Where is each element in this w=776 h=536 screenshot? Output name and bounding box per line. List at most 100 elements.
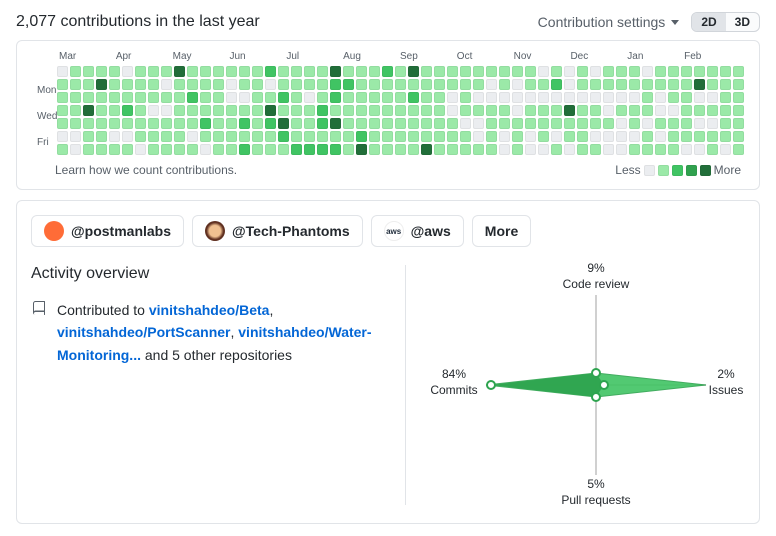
calendar-cell[interactable]: [486, 66, 497, 77]
calendar-cell[interactable]: [655, 144, 666, 155]
calendar-cell[interactable]: [655, 131, 666, 142]
calendar-cell[interactable]: [694, 105, 705, 116]
calendar-cell[interactable]: [148, 92, 159, 103]
calendar-cell[interactable]: [369, 144, 380, 155]
calendar-cell[interactable]: [161, 105, 172, 116]
calendar-cell[interactable]: [681, 144, 692, 155]
calendar-cell[interactable]: [187, 144, 198, 155]
calendar-cell[interactable]: [525, 105, 536, 116]
calendar-cell[interactable]: [486, 118, 497, 129]
calendar-cell[interactable]: [291, 105, 302, 116]
calendar-cell[interactable]: [525, 131, 536, 142]
calendar-cell[interactable]: [96, 79, 107, 90]
calendar-cell[interactable]: [668, 105, 679, 116]
calendar-cell[interactable]: [122, 92, 133, 103]
calendar-cell[interactable]: [642, 131, 653, 142]
calendar-cell[interactable]: [525, 118, 536, 129]
view-3d-button[interactable]: 3D: [726, 13, 759, 31]
calendar-cell[interactable]: [447, 79, 458, 90]
calendar-cell[interactable]: [278, 79, 289, 90]
calendar-cell[interactable]: [148, 79, 159, 90]
calendar-cell[interactable]: [70, 118, 81, 129]
calendar-cell[interactable]: [83, 92, 94, 103]
calendar-cell[interactable]: [369, 79, 380, 90]
calendar-cell[interactable]: [330, 118, 341, 129]
calendar-cell[interactable]: [330, 66, 341, 77]
calendar-cell[interactable]: [291, 79, 302, 90]
calendar-cell[interactable]: [356, 118, 367, 129]
calendar-cell[interactable]: [200, 79, 211, 90]
calendar-cell[interactable]: [603, 105, 614, 116]
calendar-cell[interactable]: [564, 118, 575, 129]
calendar-cell[interactable]: [70, 144, 81, 155]
calendar-cell[interactable]: [317, 118, 328, 129]
calendar-cell[interactable]: [707, 92, 718, 103]
calendar-cell[interactable]: [499, 118, 510, 129]
calendar-cell[interactable]: [551, 79, 562, 90]
calendar-cell[interactable]: [538, 144, 549, 155]
calendar-cell[interactable]: [70, 105, 81, 116]
calendar-cell[interactable]: [213, 131, 224, 142]
calendar-cell[interactable]: [291, 66, 302, 77]
calendar-cell[interactable]: [122, 66, 133, 77]
calendar-cell[interactable]: [655, 105, 666, 116]
calendar-cell[interactable]: [395, 92, 406, 103]
calendar-cell[interactable]: [57, 79, 68, 90]
calendar-cell[interactable]: [707, 144, 718, 155]
calendar-cell[interactable]: [720, 105, 731, 116]
calendar-cell[interactable]: [317, 144, 328, 155]
calendar-cell[interactable]: [96, 66, 107, 77]
calendar-cell[interactable]: [681, 79, 692, 90]
calendar-cell[interactable]: [473, 92, 484, 103]
calendar-cell[interactable]: [369, 66, 380, 77]
calendar-cell[interactable]: [148, 66, 159, 77]
calendar-cell[interactable]: [603, 144, 614, 155]
calendar-cell[interactable]: [356, 105, 367, 116]
calendar-cell[interactable]: [421, 79, 432, 90]
calendar-cell[interactable]: [343, 105, 354, 116]
calendar-cell[interactable]: [616, 92, 627, 103]
calendar-cell[interactable]: [213, 92, 224, 103]
calendar-cell[interactable]: [83, 131, 94, 142]
calendar-cell[interactable]: [252, 131, 263, 142]
calendar-cell[interactable]: [304, 118, 315, 129]
calendar-cell[interactable]: [239, 144, 250, 155]
calendar-cell[interactable]: [174, 131, 185, 142]
calendar-cell[interactable]: [733, 131, 744, 142]
calendar-cell[interactable]: [408, 144, 419, 155]
calendar-cell[interactable]: [629, 92, 640, 103]
calendar-cell[interactable]: [291, 131, 302, 142]
calendar-cell[interactable]: [629, 66, 640, 77]
calendar-cell[interactable]: [395, 118, 406, 129]
calendar-cell[interactable]: [512, 92, 523, 103]
calendar-cell[interactable]: [174, 144, 185, 155]
calendar-cell[interactable]: [616, 118, 627, 129]
calendar-cell[interactable]: [226, 66, 237, 77]
org-more-button[interactable]: More: [472, 215, 531, 247]
calendar-cell[interactable]: [252, 79, 263, 90]
calendar-cell[interactable]: [720, 118, 731, 129]
calendar-cell[interactable]: [226, 131, 237, 142]
calendar-cell[interactable]: [252, 118, 263, 129]
calendar-cell[interactable]: [681, 66, 692, 77]
calendar-cell[interactable]: [642, 105, 653, 116]
calendar-cell[interactable]: [213, 105, 224, 116]
calendar-cell[interactable]: [187, 131, 198, 142]
calendar-cell[interactable]: [616, 105, 627, 116]
calendar-cell[interactable]: [213, 144, 224, 155]
calendar-cell[interactable]: [720, 144, 731, 155]
calendar-cell[interactable]: [330, 79, 341, 90]
calendar-cell[interactable]: [616, 131, 627, 142]
calendar-cell[interactable]: [200, 131, 211, 142]
calendar-cell[interactable]: [668, 131, 679, 142]
calendar-cell[interactable]: [551, 118, 562, 129]
calendar-cell[interactable]: [265, 144, 276, 155]
calendar-cell[interactable]: [395, 144, 406, 155]
calendar-cell[interactable]: [707, 79, 718, 90]
calendar-cell[interactable]: [564, 79, 575, 90]
calendar-cell[interactable]: [590, 144, 601, 155]
calendar-cell[interactable]: [343, 66, 354, 77]
calendar-cell[interactable]: [551, 92, 562, 103]
calendar-cell[interactable]: [460, 66, 471, 77]
calendar-cell[interactable]: [551, 144, 562, 155]
